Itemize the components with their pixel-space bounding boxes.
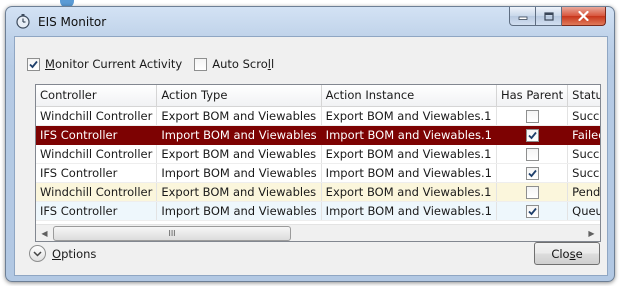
monitor-current-activity-label[interactable]: Monitor Current Activity	[45, 57, 182, 71]
stopwatch-icon	[16, 14, 30, 29]
scroll-grip: III	[168, 228, 176, 238]
auto-scroll-label[interactable]: Auto Scroll	[212, 57, 274, 71]
cell-has-parent	[496, 163, 569, 183]
cell-action-type: Import BOM and Viewables	[156, 163, 322, 183]
scroll-left-button[interactable]: ◀	[36, 225, 53, 242]
cell-action-instance: Export BOM and Viewables.1	[321, 106, 497, 126]
checkmark-icon	[527, 169, 537, 177]
cell-controller: Windchill Controller	[36, 182, 158, 202]
cell-action-instance: Export BOM and Viewables.1	[321, 144, 497, 164]
column-header-has-parent[interactable]: Has Parent	[496, 85, 569, 107]
scroll-right-button[interactable]: ▶	[583, 225, 600, 242]
cell-action-type: Export BOM and Viewables	[156, 106, 322, 126]
chevron-down-icon	[33, 250, 42, 257]
column-header-status[interactable]: Status	[567, 85, 600, 107]
scroll-track[interactable]: III	[53, 225, 583, 242]
has-parent-checkbox[interactable]	[525, 147, 539, 161]
column-header-action-instance[interactable]: Action Instance	[321, 85, 497, 107]
column-header-controller[interactable]: Controller	[36, 85, 158, 107]
column-header-action-type[interactable]: Action Type	[156, 85, 322, 107]
minimize-button[interactable]	[509, 7, 536, 26]
cell-action-type: Export BOM and Viewables	[156, 144, 322, 164]
table-row[interactable]: IFS Controller Import BOM and Viewables Im…	[36, 201, 600, 221]
options-expander[interactable]: Options	[29, 245, 96, 262]
cell-controller: Windchill Controller	[36, 144, 158, 164]
table-row[interactable]: Windchill Controller Export BOM and Viewa…	[36, 106, 600, 126]
cell-controller: IFS Controller	[36, 125, 158, 145]
scroll-thumb[interactable]: III	[53, 225, 291, 241]
cell-has-parent	[496, 125, 569, 145]
cell-has-parent	[496, 201, 569, 221]
checkmark-icon	[527, 131, 537, 139]
cell-action-type: Import BOM and Viewables	[156, 125, 322, 145]
table-row[interactable]: Windchill Controller Export BOM and Viewa…	[36, 182, 600, 202]
maximize-button[interactable]	[536, 7, 562, 26]
cell-status: Failed	[567, 125, 600, 145]
grid-body: Windchill Controller Export BOM and Viewa…	[36, 106, 600, 221]
activity-table: Controller Action Type Action Instance H…	[36, 85, 600, 221]
arrow-right-icon: ▶	[588, 228, 595, 238]
cell-status: Pending	[567, 182, 600, 202]
cell-status: Succeeded	[567, 106, 600, 126]
has-parent-checkbox[interactable]	[525, 204, 539, 218]
cell-action-type: Export BOM and Viewables	[156, 182, 322, 202]
monitor-current-activity-checkbox[interactable]	[27, 57, 40, 71]
has-parent-checkbox[interactable]	[525, 166, 539, 180]
cell-action-type: Import BOM and Viewables	[156, 201, 322, 221]
cell-status: Succeeded	[567, 163, 600, 183]
cell-controller: IFS Controller	[36, 201, 158, 221]
expander-button[interactable]	[29, 245, 46, 262]
cell-status: Queued	[567, 201, 600, 221]
table-row[interactable]: Windchill Controller Export BOM and Viewa…	[36, 144, 600, 164]
cell-controller: Windchill Controller	[36, 106, 158, 126]
monitor-options-row: Monitor Current Activity Auto Scroll	[27, 55, 286, 73]
window-client-area: Monitor Current Activity Auto Scroll Con…	[14, 36, 608, 276]
checkmark-icon	[527, 207, 537, 215]
table-row[interactable]: IFS Controller Import BOM and Viewables Im…	[36, 163, 600, 183]
auto-scroll-checkbox[interactable]	[194, 57, 208, 71]
has-parent-checkbox[interactable]	[525, 109, 539, 123]
cell-action-instance: Import BOM and Viewables.1	[321, 163, 497, 183]
close-window-button[interactable]	[562, 7, 606, 26]
cell-action-instance: Import BOM and Viewables.1	[321, 125, 497, 145]
cell-status: Succeeded	[567, 144, 600, 164]
eis-monitor-window: EIS Monitor Monitor Current Activity Aut…	[5, 6, 615, 282]
cell-has-parent	[496, 182, 569, 202]
close-icon	[578, 11, 589, 21]
cell-has-parent	[496, 106, 569, 126]
maximize-icon	[543, 11, 554, 21]
title-bar[interactable]: EIS Monitor	[6, 7, 614, 37]
cell-controller: IFS Controller	[36, 163, 158, 183]
activity-grid[interactable]: Controller Action Type Action Instance H…	[35, 84, 601, 242]
options-label[interactable]: Options	[52, 247, 96, 261]
header-row: Controller Action Type Action Instance H…	[36, 85, 600, 107]
has-parent-checkbox[interactable]	[525, 185, 539, 199]
cell-action-instance: Import BOM and Viewables.1	[321, 201, 497, 221]
cell-has-parent	[496, 144, 569, 164]
window-title: EIS Monitor	[38, 15, 107, 29]
cell-action-instance: Export BOM and Viewables.1	[321, 182, 497, 202]
close-button[interactable]: Clo s e	[534, 242, 600, 265]
table-row[interactable]: IFS Controller Import BOM and Viewables Im…	[36, 125, 600, 145]
arrow-left-icon: ◀	[41, 228, 48, 238]
has-parent-checkbox[interactable]	[525, 128, 539, 142]
minimize-icon	[518, 16, 527, 20]
horizontal-scrollbar[interactable]: ◀ III ▶	[36, 224, 600, 241]
checkmark-icon	[29, 60, 38, 68]
